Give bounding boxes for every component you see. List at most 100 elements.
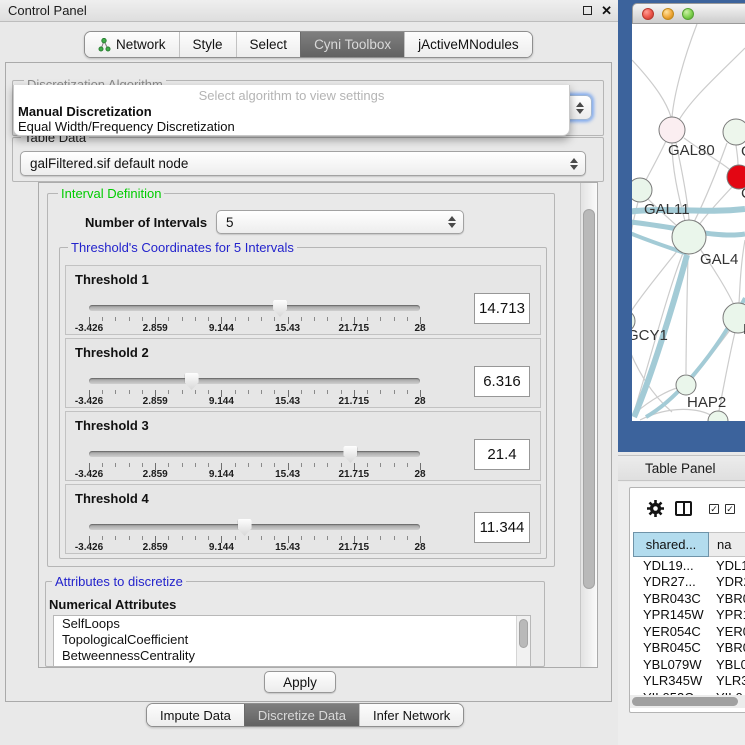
network-edge[interactable] (646, 141, 666, 180)
tick-mark (301, 463, 302, 467)
slider-thumb[interactable] (238, 519, 252, 536)
network-node-label: C (741, 185, 745, 202)
thresholds-title: Threshold's Coordinates for 5 Intervals (68, 240, 297, 255)
tab-jactivemnodules[interactable]: jActiveMNodules (404, 32, 532, 57)
slider-track[interactable] (89, 451, 420, 457)
tick-mark (341, 536, 342, 540)
table-row[interactable]: YPR145WYPR1 (633, 607, 745, 624)
combo-arrows-icon[interactable] (448, 216, 455, 228)
tab-cyni-toolbox[interactable]: Cyni Toolbox (300, 32, 404, 57)
table-row[interactable]: YBR045CYBR0 (633, 640, 745, 657)
table-cell-name[interactable]: YBR0 (709, 640, 745, 655)
threshold-value-field[interactable]: 21.4 (474, 439, 530, 470)
window-zoom-icon[interactable] (682, 8, 694, 20)
float-panel-icon[interactable] (583, 6, 592, 15)
table-cell-shared-name[interactable]: YLR345W (633, 673, 709, 688)
table-header-name[interactable]: na (709, 532, 745, 557)
network-node-hap2[interactable] (676, 375, 696, 395)
tick-mark (301, 390, 302, 394)
table-cell-name[interactable]: YBR0 (709, 591, 745, 606)
slider-thumb[interactable] (185, 373, 199, 390)
table-cell-name[interactable]: YDR2 (709, 574, 745, 589)
network-node-gal80[interactable] (659, 117, 685, 143)
network-edge[interactable] (736, 145, 738, 165)
table-cell-shared-name[interactable]: YBL079W (633, 657, 709, 672)
threshold-value-field[interactable]: 6.316 (474, 366, 530, 397)
scrollbar-thumb[interactable] (632, 697, 738, 706)
table-cell-name[interactable]: YBL0 (709, 657, 745, 672)
tick-mark (235, 390, 236, 394)
dropdown-option-equal-width[interactable]: Equal Width/Frequency Discretization (18, 119, 235, 134)
network-canvas[interactable]: GAL80GACGAL11GAL4GCY1HHAP2 (632, 24, 745, 421)
table-cell-shared-name[interactable]: YBR045C (633, 640, 709, 655)
table-cell-shared-name[interactable]: YDR27... (633, 574, 709, 589)
table-cell-shared-name[interactable]: YER054C (633, 624, 709, 639)
slider-track[interactable] (89, 524, 420, 530)
slider-thumb[interactable] (343, 446, 357, 463)
network-edge[interactable] (672, 24, 697, 117)
window-close-icon[interactable] (642, 8, 654, 20)
combo-arrows-icon[interactable] (576, 102, 583, 114)
gear-icon[interactable] (646, 499, 665, 518)
tab-infer-network[interactable]: Infer Network (359, 704, 463, 726)
table-header-shared[interactable]: shared... (633, 532, 709, 557)
table-cell-name[interactable]: YLR3 (709, 673, 745, 688)
checkbox-checked-icon[interactable]: ✓ (709, 504, 719, 514)
slider-thumb[interactable] (273, 300, 287, 317)
close-icon[interactable]: ✕ (601, 3, 612, 19)
network-edge[interactable] (739, 240, 745, 304)
network-edge[interactable] (632, 202, 638, 310)
network-edge[interactable] (632, 60, 671, 117)
network-node-ga[interactable] (723, 119, 745, 145)
tick-label: 9.144 (209, 323, 234, 334)
table-hscrollbar[interactable] (630, 695, 745, 708)
table-cell-name[interactable]: YER0 (709, 624, 745, 639)
attribute-list-item[interactable]: SelfLoops (54, 616, 530, 632)
attributes-scrollbar[interactable] (516, 616, 530, 666)
num-intervals-combobox[interactable]: 5 (216, 210, 464, 234)
network-node-gal11[interactable] (632, 178, 652, 202)
checkbox-checked-icon[interactable]: ✓ (725, 504, 735, 514)
slider-track[interactable] (89, 305, 420, 311)
table-row[interactable]: YER054CYER0 (633, 623, 745, 640)
numerical-attributes-list[interactable]: SelfLoopsTopologicalCoefficientBetweenne… (53, 615, 531, 667)
slider-track[interactable] (89, 378, 420, 384)
tick-mark (248, 390, 249, 394)
tab-impute-data[interactable]: Impute Data (147, 704, 244, 726)
split-pane-icon[interactable] (675, 501, 692, 516)
network-edge[interactable] (679, 48, 745, 120)
tick-mark (248, 317, 249, 321)
threshold-value-field[interactable]: 14.713 (474, 293, 530, 324)
network-edge[interactable] (699, 186, 733, 225)
tab-select[interactable]: Select (236, 32, 301, 57)
network-node-gal4[interactable] (672, 220, 706, 254)
table-row[interactable]: YBL079WYBL0 (633, 656, 745, 673)
dropdown-option-manual[interactable]: Manual Discretization (18, 104, 152, 119)
settings-scrollbar[interactable] (580, 183, 597, 667)
tab-style[interactable]: Style (179, 32, 236, 57)
combo-arrows-icon[interactable] (570, 158, 577, 170)
table-cell-name[interactable]: YPR1 (709, 607, 745, 622)
window-minimize-icon[interactable] (662, 8, 674, 20)
threshold-value-field[interactable]: 11.344 (474, 512, 530, 543)
table-cell-shared-name[interactable]: YPR145W (633, 607, 709, 622)
tab-discretize-data[interactable]: Discretize Data (244, 704, 359, 726)
attribute-list-item[interactable]: BetweennessCentrality (54, 648, 530, 664)
scrollbar-thumb[interactable] (519, 619, 528, 648)
table-cell-shared-name[interactable]: YBR043C (633, 591, 709, 606)
table-data-combobox[interactable]: galFiltered.sif default node (20, 151, 586, 176)
screen: Control Panel ✕ NetworkStyleSelectCyni T… (0, 0, 745, 745)
attribute-list-item[interactable]: TopologicalCoefficient (54, 632, 530, 648)
network-window-titlebar[interactable] (632, 3, 745, 24)
apply-button[interactable]: Apply (264, 671, 336, 693)
network-edge[interactable] (686, 254, 688, 374)
table-row[interactable]: YDL19...YDL1 (633, 557, 745, 574)
network-node[interactable] (708, 411, 728, 421)
table-cell-name[interactable]: YDL1 (709, 558, 745, 573)
table-row[interactable]: YLR345WYLR3 (633, 673, 745, 690)
table-row[interactable]: YBR043CYBR0 (633, 590, 745, 607)
scrollbar-thumb[interactable] (583, 209, 595, 589)
table-row[interactable]: YDR27...YDR2 (633, 574, 745, 591)
table-cell-shared-name[interactable]: YDL19... (633, 558, 709, 573)
tab-network[interactable]: Network (85, 32, 179, 57)
